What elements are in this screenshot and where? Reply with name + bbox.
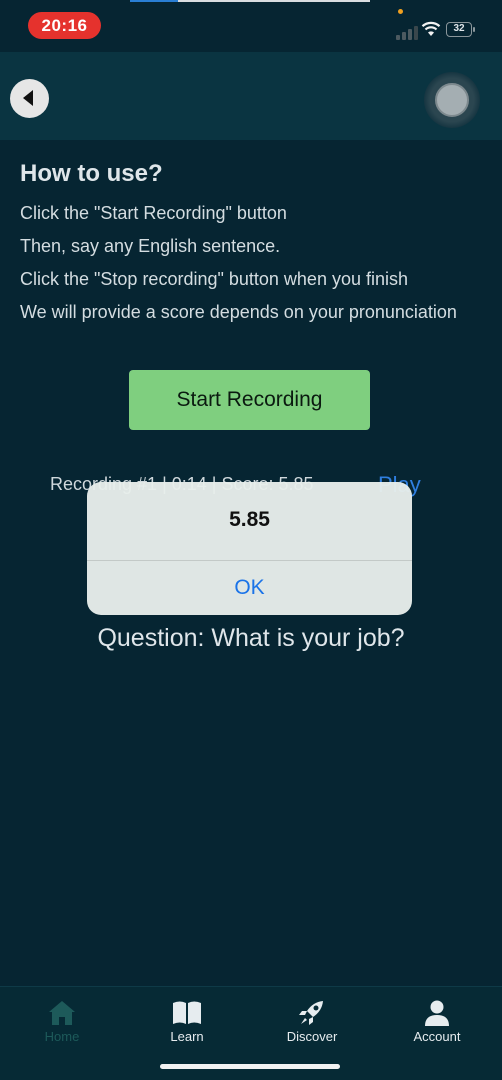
record-indicator-button[interactable] <box>424 72 480 128</box>
score-alert-dialog: 5.85 OK <box>87 482 412 615</box>
alert-ok-button[interactable]: OK <box>87 561 412 615</box>
record-indicator-icon <box>435 83 469 117</box>
rocket-icon <box>299 1001 323 1025</box>
tab-account-label: Account <box>413 1029 461 1044</box>
privacy-indicator-dot <box>398 9 403 14</box>
instruction-line: Then, say any English sentence. <box>20 236 281 256</box>
tab-discover-label: Discover <box>286 1029 338 1044</box>
book-icon <box>173 1001 201 1024</box>
status-bar: 20:16 32 <box>0 0 502 52</box>
home-icon <box>49 1001 75 1025</box>
instructions-section: How to use? Click the "Start Recording" … <box>20 160 482 334</box>
back-arrow-icon <box>23 90 33 106</box>
instruction-line: Click the "Stop recording" button when y… <box>20 269 408 289</box>
start-recording-button[interactable]: Start Recording <box>129 370 370 430</box>
status-time: 20:16 <box>28 12 101 39</box>
instruction-line: We will provide a score depends on your … <box>20 302 457 322</box>
user-icon <box>425 1000 449 1026</box>
alert-score-title: 5.85 <box>229 508 270 531</box>
tab-learn[interactable]: Learn <box>137 999 237 1044</box>
back-button[interactable] <box>10 79 49 118</box>
question-text: Question: What is your job? <box>97 624 405 652</box>
tab-learn-label: Learn <box>170 1029 204 1044</box>
home-indicator[interactable] <box>160 1064 340 1069</box>
how-to-use-title: How to use? <box>20 160 163 187</box>
tab-account[interactable]: Account <box>387 999 487 1044</box>
status-icons: 32 <box>392 20 482 40</box>
instruction-line: Click the "Start Recording" button <box>20 203 287 223</box>
top-progress-accent <box>130 0 178 2</box>
tab-home-label: Home <box>44 1029 80 1044</box>
header-bar <box>0 52 502 140</box>
tab-home[interactable]: Home <box>12 999 112 1044</box>
tab-discover[interactable]: Discover <box>262 999 362 1044</box>
battery-icon: 32 <box>446 22 472 37</box>
battery-tip <box>473 27 475 32</box>
wifi-icon <box>421 21 441 36</box>
